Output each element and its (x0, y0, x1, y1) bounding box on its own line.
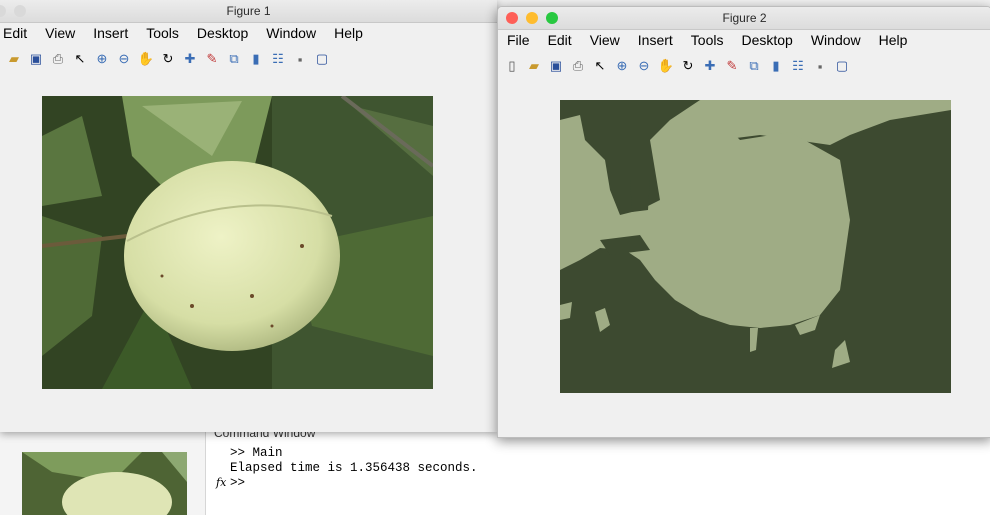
menu-window[interactable]: Window (802, 30, 870, 52)
menu-desktop[interactable]: Desktop (732, 30, 801, 52)
menu-edit[interactable]: Edit (539, 30, 581, 52)
new-icon[interactable]: ▯ (504, 58, 520, 74)
menu-file[interactable]: File (498, 30, 539, 52)
fx-icon[interactable]: fx (216, 476, 226, 489)
colorbar-icon[interactable]: ▮ (768, 58, 784, 74)
open-icon[interactable]: ▰ (6, 51, 22, 67)
legend-icon[interactable]: ☷ (790, 58, 806, 74)
menu-insert[interactable]: Insert (84, 23, 137, 45)
figure2-segmentation-image[interactable] (560, 100, 951, 393)
print-icon[interactable]: ⎙ (50, 51, 66, 67)
zoom-out-icon[interactable]: ⊖ (116, 51, 132, 67)
menu-tools[interactable]: Tools (137, 23, 188, 45)
command-prompt[interactable]: >> (230, 476, 245, 490)
command-line: >> Main (230, 446, 283, 460)
zoom-in-icon[interactable]: ⊕ (614, 58, 630, 74)
figure2-menubar: File Edit View Insert Tools Desktop Wind… (498, 30, 990, 52)
figure1-image[interactable] (41, 94, 435, 389)
figure1-window: Figure 1 Edit View Insert Tools Desktop … (0, 0, 497, 432)
figure2-titlebar[interactable]: Figure 2 (498, 7, 990, 30)
menu-help[interactable]: Help (870, 30, 917, 52)
pointer-icon[interactable]: ↖ (72, 51, 88, 67)
pan-icon[interactable]: ✋ (658, 58, 674, 74)
print-icon[interactable]: ⎙ (570, 58, 586, 74)
open-icon[interactable]: ▰ (526, 58, 542, 74)
menu-edit[interactable]: Edit (0, 23, 36, 45)
menu-help[interactable]: Help (325, 23, 372, 45)
datacursor-icon[interactable]: ✚ (182, 51, 198, 67)
save-icon[interactable]: ▣ (28, 51, 44, 67)
rotate-icon[interactable]: ↻ (680, 58, 696, 74)
menu-tools[interactable]: Tools (682, 30, 733, 52)
figure1-menubar: Edit View Insert Tools Desktop Window He… (0, 23, 497, 45)
colorbar-icon[interactable]: ▮ (248, 51, 264, 67)
legend-icon[interactable]: ☷ (270, 51, 286, 67)
figure1-titlebar[interactable]: Figure 1 (0, 0, 497, 23)
menu-desktop[interactable]: Desktop (188, 23, 257, 45)
command-window-output: >> Main Elapsed time is 1.356438 seconds… (230, 446, 478, 491)
hide-icon[interactable]: ▪ (812, 58, 828, 74)
figure1-toolbar: ▰ ▣ ⎙ ↖ ⊕ ⊖ ✋ ↻ ✚ ✎ ⧉ ▮ ☷ ▪ ▢ (0, 46, 497, 72)
figure2-toolbar: ▯ ▰ ▣ ⎙ ↖ ⊕ ⊖ ✋ ↻ ✚ ✎ ⧉ ▮ ☷ ▪ ▢ (498, 53, 990, 79)
pointer-icon[interactable]: ↖ (592, 58, 608, 74)
link-icon[interactable]: ⧉ (746, 58, 762, 74)
show-icon[interactable]: ▢ (314, 51, 330, 67)
menu-view[interactable]: View (581, 30, 629, 52)
command-line: Elapsed time is 1.356438 seconds. (230, 461, 478, 475)
save-icon[interactable]: ▣ (548, 58, 564, 74)
datacursor-icon[interactable]: ✚ (702, 58, 718, 74)
show-icon[interactable]: ▢ (834, 58, 850, 74)
menu-window[interactable]: Window (257, 23, 325, 45)
figure2-window: Figure 2 File Edit View Insert Tools Des… (497, 6, 990, 438)
pan-icon[interactable]: ✋ (138, 51, 154, 67)
figure1-title: Figure 1 (226, 4, 271, 18)
rotate-icon[interactable]: ↻ (160, 51, 176, 67)
link-icon[interactable]: ⧉ (226, 51, 242, 67)
zoom-in-icon[interactable]: ⊕ (94, 51, 110, 67)
menu-insert[interactable]: Insert (629, 30, 682, 52)
figure2-title: Figure 2 (722, 11, 767, 25)
brush-icon[interactable]: ✎ (204, 51, 220, 67)
hide-icon[interactable]: ▪ (292, 51, 308, 67)
brush-icon[interactable]: ✎ (724, 58, 740, 74)
zoom-out-icon[interactable]: ⊖ (636, 58, 652, 74)
menu-view[interactable]: View (36, 23, 84, 45)
image-thumbnail[interactable] (22, 452, 187, 515)
